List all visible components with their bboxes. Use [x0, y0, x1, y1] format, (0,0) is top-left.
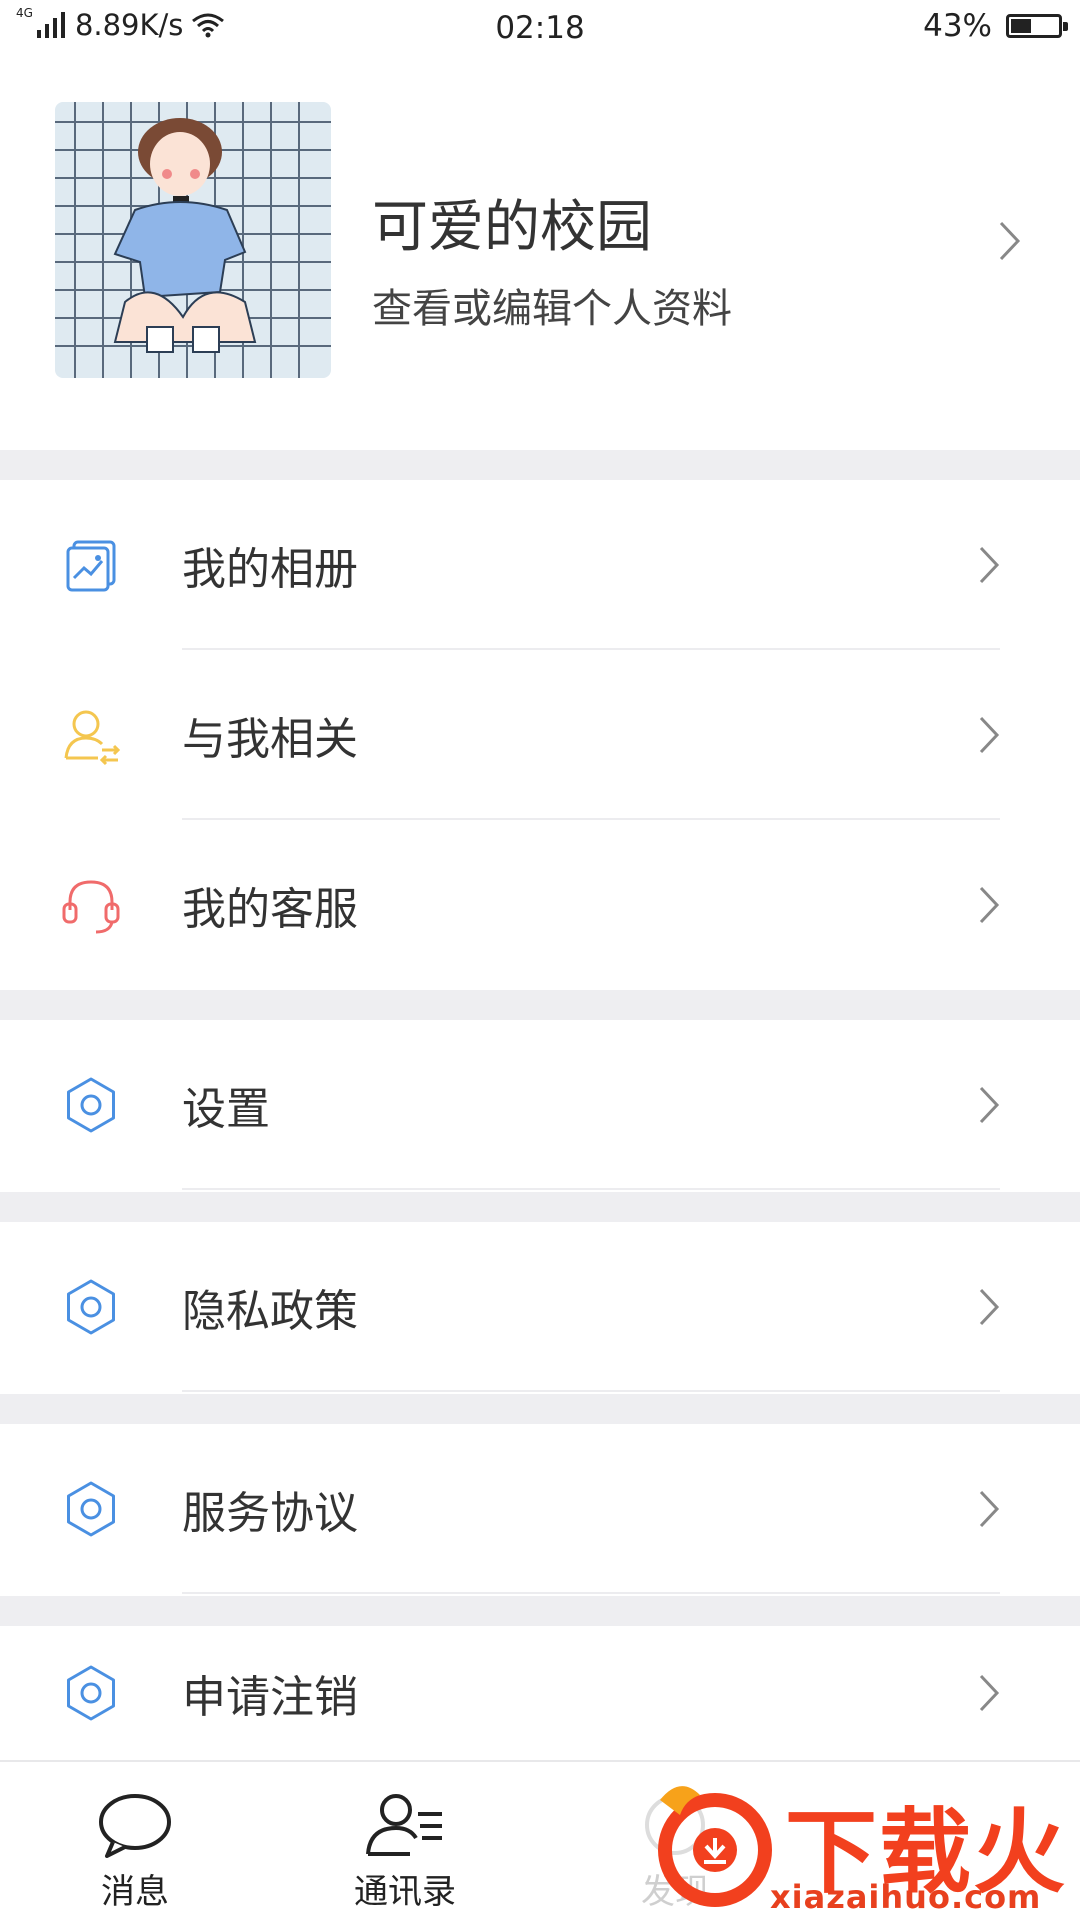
profile-header[interactable]: 可爱的校园 查看或编辑个人资料	[0, 70, 1080, 450]
avatar-image	[55, 102, 331, 378]
watermark: 下载火 xiazaihuo.com	[640, 1770, 1080, 1920]
chevron-right-icon	[979, 1674, 1000, 1712]
album-icon	[66, 540, 116, 592]
gear-icon	[67, 1279, 115, 1335]
chevron-right-icon	[999, 221, 1021, 261]
row-divider	[182, 1592, 1000, 1594]
section-divider	[0, 990, 1080, 1020]
gear-icon	[67, 1665, 115, 1721]
section-divider	[0, 1192, 1080, 1222]
chevron-right-icon	[979, 546, 1000, 584]
status-right: 43%	[923, 8, 1068, 44]
watermark-url: xiazaihuo.com	[770, 1878, 1042, 1916]
chevron-right-icon	[979, 1490, 1000, 1528]
battery-icon	[1006, 14, 1068, 38]
battery-percent: 43%	[923, 8, 992, 44]
status-bar: 4G 8.89K/s 02:18 43%	[0, 0, 1080, 60]
chevron-right-icon	[979, 886, 1000, 924]
menu-item-label: 与我相关	[182, 714, 358, 765]
section-divider	[0, 1394, 1080, 1424]
row-divider	[182, 1188, 1000, 1190]
profile-subtitle: 查看或编辑个人资料	[372, 286, 732, 332]
tab-label: 通讯录	[354, 1872, 456, 1912]
profile-name: 可爱的校园	[372, 195, 652, 260]
section-divider	[0, 450, 1080, 480]
battery-fill	[1011, 19, 1031, 33]
tab-label: 消息	[101, 1872, 169, 1912]
user-related-icon	[64, 710, 121, 766]
gear-icon	[67, 1077, 115, 1133]
menu-item-related[interactable]: 与我相关	[0, 650, 1080, 820]
tab-messages[interactable]: 消息	[35, 1762, 235, 1922]
gear-icon	[67, 1481, 115, 1537]
watermark-logo-icon	[658, 1786, 772, 1907]
chat-bubble-icon	[99, 1794, 171, 1858]
headset-icon	[62, 880, 120, 934]
menu-item-label: 我的相册	[182, 544, 358, 595]
menu-item-label: 隐私政策	[182, 1286, 358, 1337]
tab-contacts[interactable]: 通讯录	[305, 1762, 505, 1922]
menu-item-label: 我的客服	[182, 884, 358, 935]
chevron-right-icon	[979, 1288, 1000, 1326]
menu-item-label: 申请注销	[182, 1672, 358, 1723]
menu-item-label: 服务协议	[182, 1488, 358, 1539]
menu-item-settings[interactable]: 设置	[0, 1020, 1080, 1190]
avatar[interactable]	[55, 102, 331, 378]
menu-item-service-agreement[interactable]: 服务协议	[0, 1424, 1080, 1594]
row-divider	[182, 1390, 1000, 1392]
menu-item-customer-service[interactable]: 我的客服	[0, 820, 1080, 990]
menu-item-privacy-policy[interactable]: 隐私政策	[0, 1222, 1080, 1392]
chevron-right-icon	[979, 716, 1000, 754]
contacts-icon	[366, 1794, 442, 1856]
chevron-right-icon	[979, 1086, 1000, 1124]
section-divider	[0, 1596, 1080, 1626]
menu-item-label: 设置	[182, 1084, 270, 1135]
clock: 02:18	[495, 10, 585, 46]
menu-item-cancel-account[interactable]: 申请注销	[0, 1626, 1080, 1760]
menu-item-album[interactable]: 我的相册	[0, 480, 1080, 650]
